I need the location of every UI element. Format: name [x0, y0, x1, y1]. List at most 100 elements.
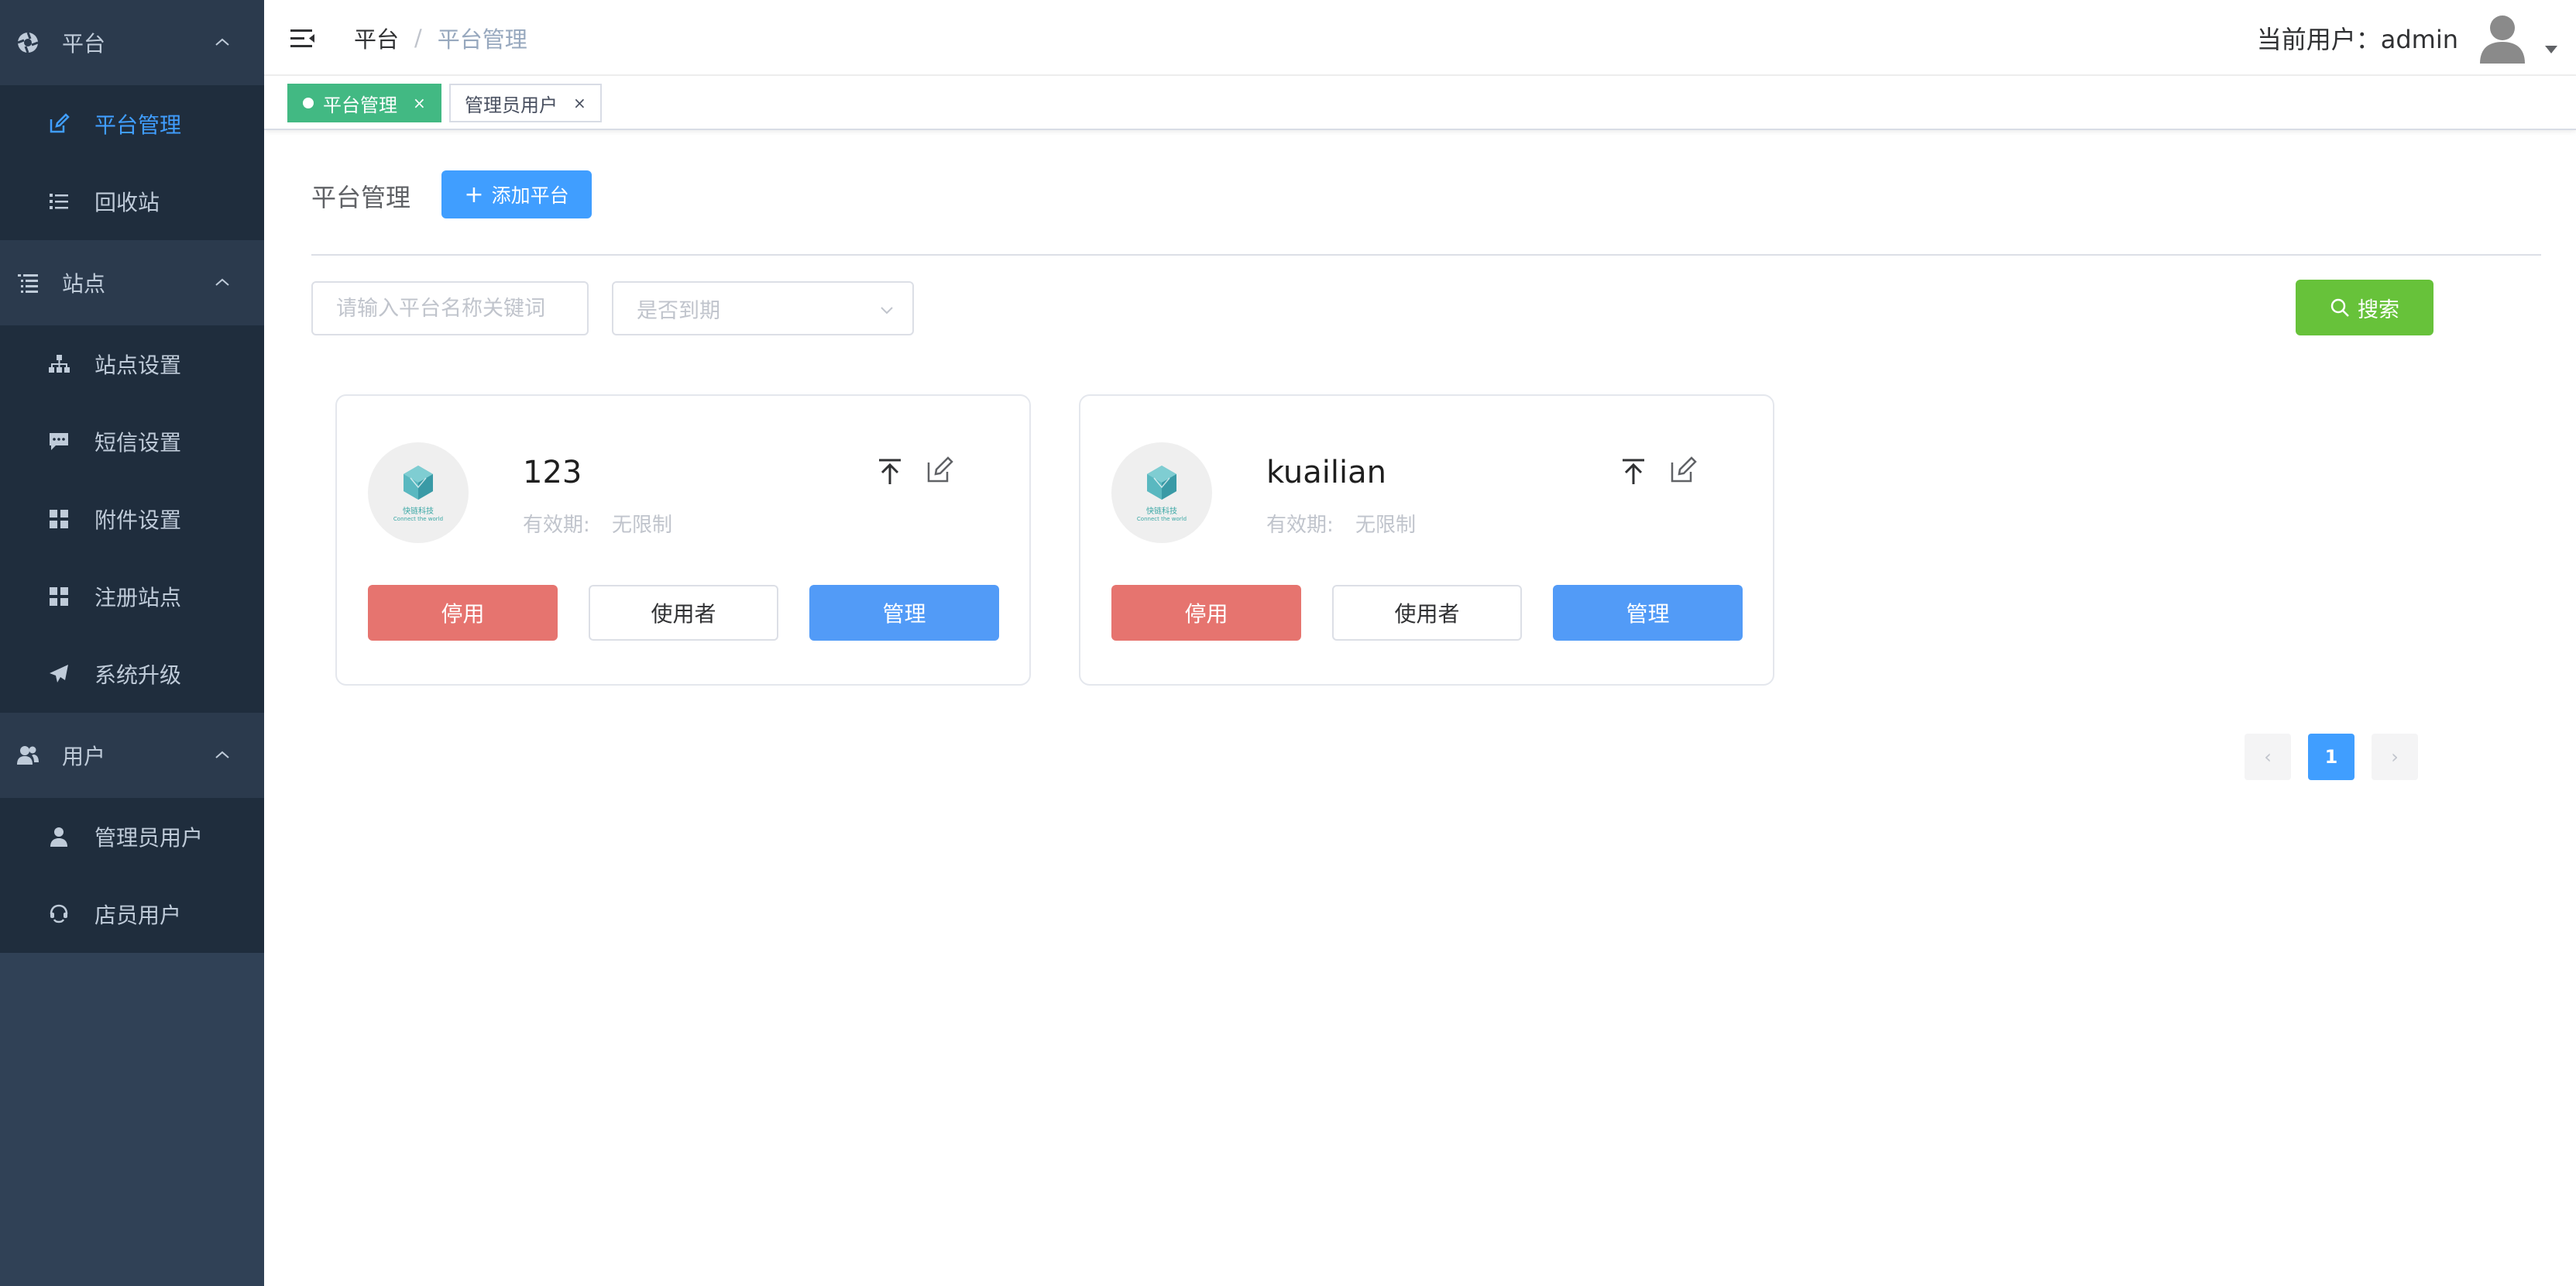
- validity-value: 无限制: [1355, 514, 1417, 537]
- pin-top-icon[interactable]: [874, 456, 905, 487]
- breadcrumb-item-platform[interactable]: 平台: [354, 22, 399, 54]
- hamburger-icon[interactable]: [287, 23, 318, 54]
- add-platform-button[interactable]: + 添加平台: [441, 170, 592, 218]
- submenu-platform: 平台管理 回收站: [0, 85, 264, 240]
- sidebar-item-attachment-settings[interactable]: 附件设置: [0, 480, 264, 558]
- manage-button[interactable]: 管理: [809, 585, 999, 641]
- paper-plane-icon: [46, 662, 71, 686]
- chevron-down-icon: [881, 307, 893, 315]
- sidebar-item-label: 平台管理: [94, 112, 182, 138]
- sidebar-item-label: 短信设置: [94, 430, 182, 456]
- active-dot-icon: [303, 98, 314, 108]
- staff-icon: [46, 902, 71, 927]
- breadcrumb-separator: /: [414, 25, 422, 51]
- main-content: 平台管理 + 添加平台 是否到期 搜索 快链科技 Connect the wor…: [264, 132, 2576, 1286]
- sidebar-item-label: 注册站点: [94, 585, 182, 610]
- message-icon: [46, 429, 71, 454]
- plus-icon: +: [464, 181, 484, 208]
- submenu-site: 站点设置 短信设置 附件设置 注册站点 系统升级: [0, 325, 264, 713]
- search-icon: [2330, 298, 2349, 317]
- pin-top-icon[interactable]: [1618, 456, 1649, 487]
- prev-page-button[interactable]: ‹: [2245, 734, 2291, 780]
- edit-icon[interactable]: [1668, 455, 1698, 486]
- divider: [311, 254, 2541, 256]
- sidebar-group-site[interactable]: 站点: [0, 240, 264, 325]
- tag-admin-users[interactable]: 管理员用户 ×: [449, 84, 602, 122]
- sidebar-item-label: 回收站: [94, 190, 160, 215]
- breadcrumb-item-current: 平台管理: [437, 26, 527, 53]
- validity-value: 无限制: [612, 514, 673, 537]
- validity: 有效期: 无限制: [1266, 509, 1416, 538]
- close-icon[interactable]: ×: [413, 94, 426, 112]
- chevron-up-icon: [215, 751, 229, 758]
- close-icon[interactable]: ×: [573, 94, 586, 112]
- users-button[interactable]: 使用者: [589, 585, 778, 641]
- sidebar-item-system-upgrade[interactable]: 系统升级: [0, 635, 264, 713]
- platform-name: kuailian: [1266, 455, 1386, 490]
- avatar-icon[interactable]: [2475, 11, 2530, 65]
- sidebar-group-platform[interactable]: 平台: [0, 0, 264, 85]
- sidebar-item-label: 站点设置: [94, 352, 182, 378]
- logo-text-en: Connect the world: [393, 515, 444, 522]
- grid-icon: [46, 584, 71, 609]
- page-number-button[interactable]: 1: [2308, 734, 2354, 780]
- select-placeholder: 是否到期: [637, 298, 720, 323]
- disable-button[interactable]: 停用: [368, 585, 558, 641]
- sidebar-group-label: 平台: [62, 31, 106, 57]
- validity-label: 有效期:: [1266, 514, 1334, 537]
- sidebar-item-site-settings[interactable]: 站点设置: [0, 325, 264, 403]
- sidebar-item-label: 管理员用户: [94, 825, 204, 851]
- search-button-label: 搜索: [2358, 297, 2399, 322]
- logo-text-cn: 快链科技: [403, 507, 434, 516]
- tags-view: 平台管理 × 管理员用户 ×: [264, 76, 2576, 130]
- sidebar-item-label: 附件设置: [94, 507, 182, 533]
- sidebar-item-recycle-bin[interactable]: 回收站: [0, 163, 264, 240]
- sidebar-item-register-site[interactable]: 注册站点: [0, 558, 264, 635]
- platform-name-search-input[interactable]: [311, 281, 589, 335]
- cube-logo-icon: [404, 465, 433, 500]
- disable-button[interactable]: 停用: [1111, 585, 1301, 641]
- sidebar-item-platform-management[interactable]: 平台管理: [0, 85, 264, 163]
- current-user-label: 当前用户：admin: [2256, 25, 2458, 54]
- breadcrumb: 平台 / 平台管理: [354, 22, 527, 54]
- list-indent-icon: [15, 270, 40, 295]
- logo-text-cn: 快链科技: [1146, 507, 1177, 516]
- sidebar-group-users[interactable]: 用户: [0, 713, 264, 798]
- validity: 有效期: 无限制: [523, 509, 672, 538]
- sidebar-item-label: 系统升级: [94, 662, 182, 688]
- platform-logo: 快链科技 Connect the world: [368, 442, 469, 543]
- user-menu[interactable]: 当前用户：admin: [2257, 0, 2576, 76]
- top-navbar: 平台 / 平台管理 当前用户：admin: [264, 0, 2576, 76]
- platform-card: 快链科技 Connect the world kuailian 有效期: 无限制…: [1079, 394, 1774, 686]
- edit-icon[interactable]: [924, 455, 955, 486]
- sidebar-group-label: 用户: [62, 744, 106, 769]
- tag-label: 管理员用户: [465, 94, 558, 116]
- search-button[interactable]: 搜索: [2296, 280, 2433, 335]
- validity-label: 有效期:: [523, 514, 590, 537]
- page-title: 平台管理: [311, 183, 411, 212]
- sidebar: 平台 平台管理 回收站 站点 站点设置 短信设置 附件设置 注册站点 系统升级 …: [0, 0, 264, 1286]
- edit-icon: [46, 112, 71, 136]
- expire-status-select[interactable]: 是否到期: [612, 281, 914, 335]
- list-icon: [46, 189, 71, 214]
- submenu-users: 管理员用户 店员用户: [0, 798, 264, 953]
- platform-logo: 快链科技 Connect the world: [1111, 442, 1212, 543]
- sidebar-item-admin-users[interactable]: 管理员用户: [0, 798, 264, 875]
- sidebar-item-label: 店员用户: [94, 903, 182, 928]
- caret-down-icon[interactable]: [2545, 46, 2557, 53]
- chevron-up-icon: [215, 38, 229, 46]
- platform-name: 123: [523, 455, 582, 490]
- users-button[interactable]: 使用者: [1332, 585, 1522, 641]
- next-page-button[interactable]: ›: [2372, 734, 2418, 780]
- tag-platform-management[interactable]: 平台管理 ×: [287, 84, 441, 122]
- sitemap-icon: [46, 352, 71, 377]
- aperture-icon: [15, 30, 40, 55]
- chevron-up-icon: [215, 278, 229, 286]
- user-icon: [46, 824, 71, 849]
- grid-icon: [46, 507, 71, 531]
- manage-button[interactable]: 管理: [1553, 585, 1743, 641]
- pagination: ‹ 1 ›: [2245, 734, 2418, 780]
- sidebar-item-sms-settings[interactable]: 短信设置: [0, 403, 264, 480]
- platform-card: 快链科技 Connect the world 123 有效期: 无限制 停用 使…: [335, 394, 1031, 686]
- sidebar-item-staff-users[interactable]: 店员用户: [0, 875, 264, 953]
